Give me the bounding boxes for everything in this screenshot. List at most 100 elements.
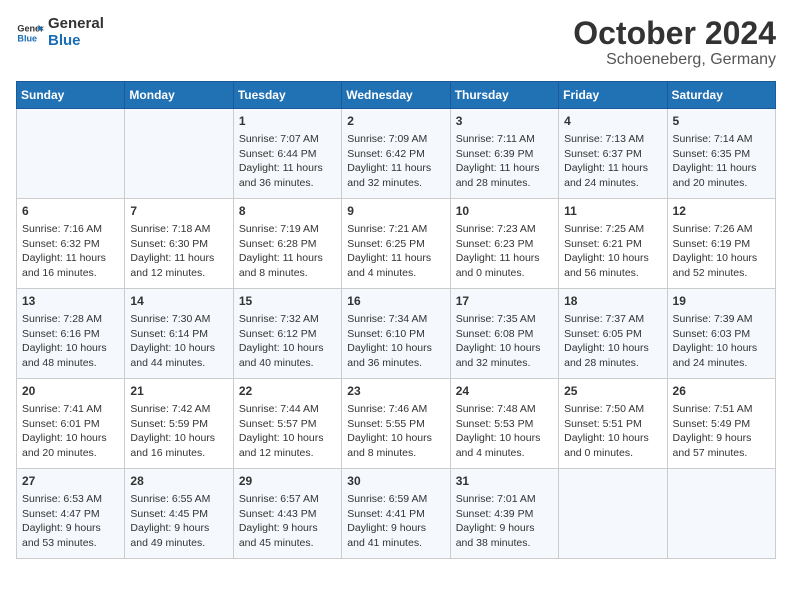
day-number: 25 xyxy=(564,383,661,400)
day-number: 31 xyxy=(456,473,553,490)
calendar-cell: 8 Sunrise: 7:19 AMSunset: 6:28 PMDaylight… xyxy=(233,199,341,289)
day-info: Sunrise: 6:59 AMSunset: 4:41 PMDaylight:… xyxy=(347,492,444,551)
day-info: Sunrise: 7:21 AMSunset: 6:25 PMDaylight:… xyxy=(347,222,444,281)
calendar-cell: 11 Sunrise: 7:25 AMSunset: 6:21 PMDayligh… xyxy=(559,199,667,289)
day-info: Sunrise: 7:39 AMSunset: 6:03 PMDaylight:… xyxy=(673,312,770,371)
day-number: 15 xyxy=(239,293,336,310)
day-info: Sunrise: 7:23 AMSunset: 6:23 PMDaylight:… xyxy=(456,222,553,281)
calendar-cell xyxy=(667,469,775,559)
day-number: 29 xyxy=(239,473,336,490)
weekday-header-row: SundayMondayTuesdayWednesdayThursdayFrid… xyxy=(17,82,776,109)
calendar-cell: 25 Sunrise: 7:50 AMSunset: 5:51 PMDayligh… xyxy=(559,379,667,469)
calendar-cell: 2Sunrise: 7:09 AMSunset: 6:42 PMDaylight… xyxy=(342,109,450,199)
day-number: 4 xyxy=(564,113,661,130)
day-number: 1 xyxy=(239,113,336,130)
weekday-header-friday: Friday xyxy=(559,82,667,109)
calendar-cell: 10 Sunrise: 7:23 AMSunset: 6:23 PMDayligh… xyxy=(450,199,558,289)
day-info: Sunrise: 7:07 AMSunset: 6:44 PMDaylight:… xyxy=(239,132,336,191)
calendar-body: 1 Sunrise: 7:07 AMSunset: 6:44 PMDaylight… xyxy=(17,109,776,559)
calendar-cell: 13 Sunrise: 7:28 AMSunset: 6:16 PMDayligh… xyxy=(17,289,125,379)
day-info: Sunrise: 7:50 AMSunset: 5:51 PMDaylight:… xyxy=(564,402,661,461)
calendar-cell: 15Sunrise: 7:32 AMSunset: 6:12 PMDayligh… xyxy=(233,289,341,379)
page-header: General Blue General Blue October 2024 S… xyxy=(16,16,776,69)
calendar-cell: 4 Sunrise: 7:13 AMSunset: 6:37 PMDaylight… xyxy=(559,109,667,199)
day-info: Sunrise: 7:51 AMSunset: 5:49 PMDaylight:… xyxy=(673,402,770,461)
weekday-header-sunday: Sunday xyxy=(17,82,125,109)
day-number: 13 xyxy=(22,293,119,310)
calendar-cell: 9 Sunrise: 7:21 AMSunset: 6:25 PMDaylight… xyxy=(342,199,450,289)
day-number: 3 xyxy=(456,113,553,130)
calendar-cell: 12 Sunrise: 7:26 AMSunset: 6:19 PMDayligh… xyxy=(667,199,775,289)
calendar-week-4: 20Sunrise: 7:41 AMSunset: 6:01 PMDayligh… xyxy=(17,379,776,469)
calendar-cell: 29 Sunrise: 6:57 AMSunset: 4:43 PMDayligh… xyxy=(233,469,341,559)
calendar-week-2: 6Sunrise: 7:16 AMSunset: 6:32 PMDaylight… xyxy=(17,199,776,289)
calendar-cell: 18Sunrise: 7:37 AMSunset: 6:05 PMDayligh… xyxy=(559,289,667,379)
day-number: 18 xyxy=(564,293,661,310)
day-info: Sunrise: 6:55 AMSunset: 4:45 PMDaylight:… xyxy=(130,492,227,551)
day-number: 9 xyxy=(347,203,444,220)
day-info: Sunrise: 7:41 AMSunset: 6:01 PMDaylight:… xyxy=(22,402,119,461)
day-number: 23 xyxy=(347,383,444,400)
calendar-cell: 16Sunrise: 7:34 AMSunset: 6:10 PMDayligh… xyxy=(342,289,450,379)
day-info: Sunrise: 7:44 AMSunset: 5:57 PMDaylight:… xyxy=(239,402,336,461)
day-number: 19 xyxy=(673,293,770,310)
day-info: Sunrise: 7:19 AMSunset: 6:28 PMDaylight:… xyxy=(239,222,336,281)
logo-general: General xyxy=(48,16,104,33)
calendar-cell: 31 Sunrise: 7:01 AMSunset: 4:39 PMDayligh… xyxy=(450,469,558,559)
day-info: Sunrise: 7:18 AMSunset: 6:30 PMDaylight:… xyxy=(130,222,227,281)
logo-blue: Blue xyxy=(48,33,104,50)
day-number: 21 xyxy=(130,383,227,400)
day-info: Sunrise: 6:57 AMSunset: 4:43 PMDaylight:… xyxy=(239,492,336,551)
day-number: 2 xyxy=(347,113,444,130)
day-info: Sunrise: 7:48 AMSunset: 5:53 PMDaylight:… xyxy=(456,402,553,461)
day-info: Sunrise: 7:14 AMSunset: 6:35 PMDaylight:… xyxy=(673,132,770,191)
calendar-title-block: October 2024 Schoeneberg, Germany xyxy=(573,16,776,69)
calendar-location: Schoeneberg, Germany xyxy=(573,51,776,69)
calendar-cell xyxy=(17,109,125,199)
weekday-header-thursday: Thursday xyxy=(450,82,558,109)
calendar-cell: 17 Sunrise: 7:35 AMSunset: 6:08 PMDayligh… xyxy=(450,289,558,379)
day-number: 14 xyxy=(130,293,227,310)
weekday-header-monday: Monday xyxy=(125,82,233,109)
day-info: Sunrise: 7:28 AMSunset: 6:16 PMDaylight:… xyxy=(22,312,119,371)
day-number: 11 xyxy=(564,203,661,220)
day-info: Sunrise: 6:53 AMSunset: 4:47 PMDaylight:… xyxy=(22,492,119,551)
calendar-cell xyxy=(559,469,667,559)
day-info: Sunrise: 7:34 AMSunset: 6:10 PMDaylight:… xyxy=(347,312,444,371)
day-number: 10 xyxy=(456,203,553,220)
day-number: 8 xyxy=(239,203,336,220)
day-info: Sunrise: 7:26 AMSunset: 6:19 PMDaylight:… xyxy=(673,222,770,281)
day-number: 12 xyxy=(673,203,770,220)
calendar-cell: 26 Sunrise: 7:51 AMSunset: 5:49 PMDayligh… xyxy=(667,379,775,469)
calendar-table: SundayMondayTuesdayWednesdayThursdayFrid… xyxy=(16,81,776,559)
calendar-week-1: 1 Sunrise: 7:07 AMSunset: 6:44 PMDaylight… xyxy=(17,109,776,199)
calendar-month-year: October 2024 xyxy=(573,16,776,51)
calendar-cell: 5Sunrise: 7:14 AMSunset: 6:35 PMDaylight… xyxy=(667,109,775,199)
calendar-cell xyxy=(125,109,233,199)
calendar-cell: 28Sunrise: 6:55 AMSunset: 4:45 PMDayligh… xyxy=(125,469,233,559)
calendar-cell: 6Sunrise: 7:16 AMSunset: 6:32 PMDaylight… xyxy=(17,199,125,289)
day-info: Sunrise: 7:46 AMSunset: 5:55 PMDaylight:… xyxy=(347,402,444,461)
day-number: 26 xyxy=(673,383,770,400)
day-info: Sunrise: 7:11 AMSunset: 6:39 PMDaylight:… xyxy=(456,132,553,191)
calendar-week-3: 13 Sunrise: 7:28 AMSunset: 6:16 PMDayligh… xyxy=(17,289,776,379)
calendar-cell: 14 Sunrise: 7:30 AMSunset: 6:14 PMDayligh… xyxy=(125,289,233,379)
calendar-cell: 20Sunrise: 7:41 AMSunset: 6:01 PMDayligh… xyxy=(17,379,125,469)
calendar-cell: 22Sunrise: 7:44 AMSunset: 5:57 PMDayligh… xyxy=(233,379,341,469)
calendar-cell: 19 Sunrise: 7:39 AMSunset: 6:03 PMDayligh… xyxy=(667,289,775,379)
day-number: 6 xyxy=(22,203,119,220)
calendar-cell: 24Sunrise: 7:48 AMSunset: 5:53 PMDayligh… xyxy=(450,379,558,469)
logo-icon: General Blue xyxy=(16,19,44,47)
day-info: Sunrise: 7:42 AMSunset: 5:59 PMDaylight:… xyxy=(130,402,227,461)
day-info: Sunrise: 7:01 AMSunset: 4:39 PMDaylight:… xyxy=(456,492,553,551)
calendar-week-5: 27Sunrise: 6:53 AMSunset: 4:47 PMDayligh… xyxy=(17,469,776,559)
weekday-header-tuesday: Tuesday xyxy=(233,82,341,109)
day-info: Sunrise: 7:35 AMSunset: 6:08 PMDaylight:… xyxy=(456,312,553,371)
day-info: Sunrise: 7:30 AMSunset: 6:14 PMDaylight:… xyxy=(130,312,227,371)
calendar-header: SundayMondayTuesdayWednesdayThursdayFrid… xyxy=(17,82,776,109)
day-number: 17 xyxy=(456,293,553,310)
calendar-cell: 21 Sunrise: 7:42 AMSunset: 5:59 PMDayligh… xyxy=(125,379,233,469)
day-info: Sunrise: 7:25 AMSunset: 6:21 PMDaylight:… xyxy=(564,222,661,281)
day-info: Sunrise: 7:13 AMSunset: 6:37 PMDaylight:… xyxy=(564,132,661,191)
calendar-cell: 23 Sunrise: 7:46 AMSunset: 5:55 PMDayligh… xyxy=(342,379,450,469)
